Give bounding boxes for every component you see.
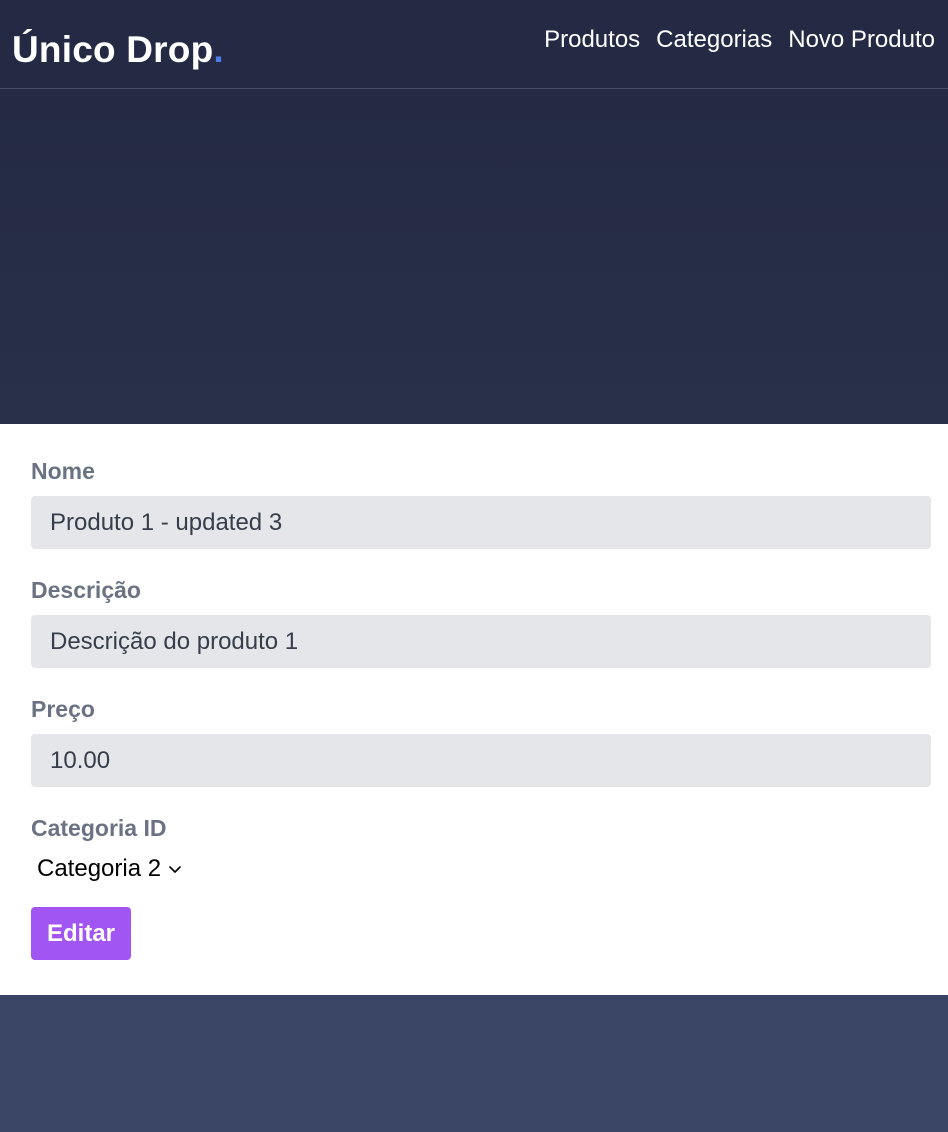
category-field-group: Categoria ID Categoria 2 bbox=[31, 815, 931, 883]
brand-dot: . bbox=[213, 28, 224, 70]
nav-link-categorias[interactable]: Categorias bbox=[656, 26, 772, 54]
edit-product-form: Nome Descrição Preço Categoria ID Catego… bbox=[0, 424, 948, 995]
price-field-group: Preço bbox=[31, 696, 931, 787]
name-field-group: Nome bbox=[31, 458, 931, 549]
main-nav: Produtos Categorias Novo Produto bbox=[544, 26, 935, 54]
price-input[interactable] bbox=[31, 734, 931, 787]
description-field-group: Descrição bbox=[31, 577, 931, 668]
navbar: Único Drop. Produtos Categorias Novo Pro… bbox=[0, 0, 948, 89]
chevron-down-icon bbox=[169, 866, 181, 873]
category-label: Categoria ID bbox=[31, 815, 167, 841]
nav-link-produtos[interactable]: Produtos bbox=[544, 26, 640, 54]
nav-link-novo-produto[interactable]: Novo Produto bbox=[788, 26, 935, 54]
brand-logo[interactable]: Único Drop. bbox=[12, 29, 224, 71]
price-label: Preço bbox=[31, 696, 95, 722]
name-input[interactable] bbox=[31, 496, 931, 549]
footer-area bbox=[0, 995, 948, 1132]
name-label: Nome bbox=[31, 458, 95, 484]
brand-name: Único Drop bbox=[12, 28, 214, 70]
description-label: Descrição bbox=[31, 577, 141, 603]
edit-button[interactable]: Editar bbox=[31, 907, 132, 960]
hero-banner bbox=[0, 89, 948, 424]
category-select-value: Categoria 2 bbox=[37, 855, 162, 882]
category-select[interactable]: Categoria 2 bbox=[37, 855, 183, 883]
description-input[interactable] bbox=[31, 615, 931, 668]
